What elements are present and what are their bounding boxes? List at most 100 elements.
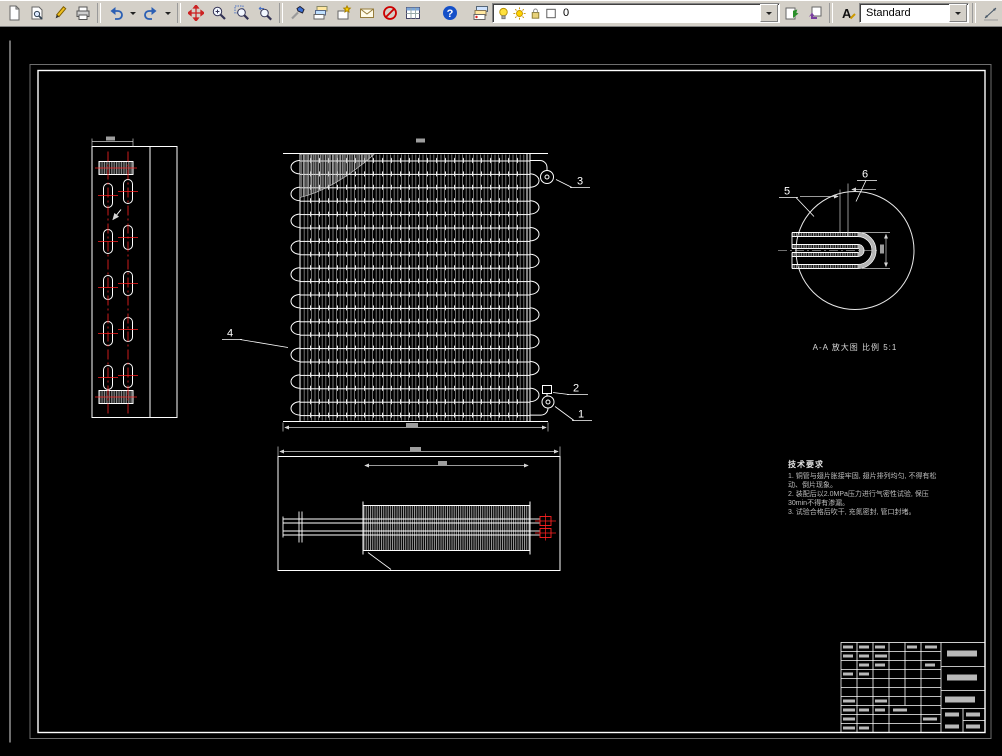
tech-notes: 技术要求 1. 铜管与翅片胀接牢固, 翅片排列均匀, 不得有松动、倒片现象。 2… (788, 459, 944, 517)
sketch-button[interactable] (48, 2, 71, 24)
color-swatch-icon (546, 8, 556, 18)
cad-application-window: { "toolbar": { "layer_combo_value": "0",… (0, 0, 1002, 743)
sun-icon (513, 6, 526, 20)
properties-icon (290, 5, 305, 20)
side-fin-block (363, 505, 530, 551)
make-layer-current-icon (785, 7, 798, 20)
layer-previous-button[interactable] (803, 2, 826, 24)
preview-icon (31, 6, 43, 20)
tech-note-line: 3. 试验合格后吹干, 充氮密封, 管口封堵。 (788, 509, 916, 516)
undo-icon (110, 7, 123, 20)
preview-button[interactable] (25, 2, 48, 24)
tube-sheet-view (91, 136, 178, 418)
toolbar-separator (177, 3, 181, 23)
help-icon: ? (442, 6, 457, 20)
undo-dropdown[interactable] (127, 2, 139, 24)
layer-new-icon (337, 5, 351, 20)
balloon-4: 4 (227, 328, 233, 340)
properties-button[interactable] (286, 2, 309, 24)
dimension-text-smudge (406, 423, 418, 427)
text-style-icon: A (842, 6, 856, 21)
inlet-fitting (530, 160, 554, 184)
current-layer-name: 0 (563, 7, 570, 19)
text-style-button[interactable]: A (836, 2, 859, 24)
layer-properties-icon (473, 6, 488, 20)
layer-combo-dropdown[interactable] (760, 4, 778, 22)
toolbar: ? 0 A Standard D (0, 0, 1002, 27)
chevron-down-icon (130, 12, 136, 18)
table-button[interactable] (401, 2, 424, 24)
dim-style-button[interactable] (979, 2, 1002, 24)
make-object-layer-current-button[interactable] (780, 2, 803, 24)
chevron-down-icon (766, 12, 772, 18)
fin-leader-line (367, 552, 392, 570)
plot-button[interactable] (71, 2, 94, 24)
layer-previous-icon (808, 6, 821, 19)
section-arrow (112, 209, 122, 221)
new-icon (9, 5, 19, 21)
balloon-1: 1 (578, 409, 584, 421)
toolbar-separator (97, 3, 101, 23)
zoom-window-button[interactable] (230, 2, 253, 24)
dimension-text-smudge (438, 461, 447, 465)
dim-style-icon (983, 7, 998, 21)
dimension-top (91, 136, 134, 147)
zoom-previous-button[interactable] (253, 2, 276, 24)
pan-button[interactable] (184, 2, 207, 24)
layers-icon (313, 6, 327, 20)
layer-control-combo[interactable]: 0 (492, 3, 780, 23)
outlet-fittings (530, 385, 555, 416)
right-u-bends (529, 173, 540, 403)
redo-dropdown[interactable] (162, 2, 174, 24)
redo-icon (143, 7, 156, 20)
drawing-canvas-area[interactable]: 3 2 1 4 5 6 技术要求 1. 铜管与翅片胀接牢固, 翅片排列均匀, 不… (0, 27, 1002, 743)
zoom-realtime-button[interactable] (207, 2, 230, 24)
side-fittings (535, 513, 556, 541)
drawing-canvas[interactable]: 3 2 1 4 5 6 (0, 27, 1002, 756)
coil-detail-view: 5 6 (778, 169, 915, 310)
layer-properties-button[interactable] (469, 2, 492, 24)
layers-button[interactable] (309, 2, 332, 24)
text-style-combo[interactable]: Standard (859, 3, 969, 23)
markup-icon (382, 6, 397, 20)
markup-button[interactable] (378, 2, 401, 24)
dimension-text-smudge (880, 244, 884, 254)
help-button[interactable]: ? (438, 2, 461, 24)
coil-side-view (277, 446, 561, 571)
zoom-previous-icon (258, 6, 272, 21)
chevron-down-icon (165, 12, 171, 18)
fin-collar-ticks (302, 154, 526, 421)
coil-front-view (282, 138, 555, 432)
balloon-2: 2 (573, 383, 579, 395)
balloon-5: 5 (784, 186, 790, 198)
publish-button[interactable] (355, 2, 378, 24)
svg-text:A: A (842, 6, 852, 21)
zoom-realtime-icon (212, 6, 226, 20)
lock-icon (531, 8, 540, 19)
pencil-icon (55, 6, 66, 19)
undo-button[interactable] (104, 2, 127, 24)
tech-note-line: 2. 装配后以2.0MPa压力进行气密性试验, 保压30min不得有渗漏。 (788, 491, 929, 507)
detail-view-caption: A-A 放大图 比例 5:1 (812, 343, 898, 352)
balloon-6: 6 (862, 169, 868, 181)
envelope-icon (359, 8, 374, 18)
dimension-text-smudge (416, 138, 425, 143)
pan-arrows-icon (187, 5, 204, 21)
toolbar-separator (829, 3, 833, 23)
current-text-style: Standard (866, 7, 911, 19)
left-u-bends (290, 160, 301, 416)
balloons-detail-view: 5 6 (779, 169, 877, 217)
redo-button[interactable] (139, 2, 162, 24)
bulb-icon (499, 7, 508, 19)
new-button[interactable] (2, 2, 25, 24)
zoom-window-icon (234, 5, 249, 20)
layer-new-button[interactable] (332, 2, 355, 24)
dimension-text-smudge (410, 447, 421, 451)
table-icon (405, 7, 420, 19)
style-combo-dropdown[interactable] (949, 4, 967, 22)
balloon-3: 3 (577, 176, 583, 188)
toolbar-separator (972, 3, 976, 23)
chevron-down-icon (955, 12, 961, 18)
printer-icon (76, 6, 89, 20)
toolbar-separator (279, 3, 283, 23)
